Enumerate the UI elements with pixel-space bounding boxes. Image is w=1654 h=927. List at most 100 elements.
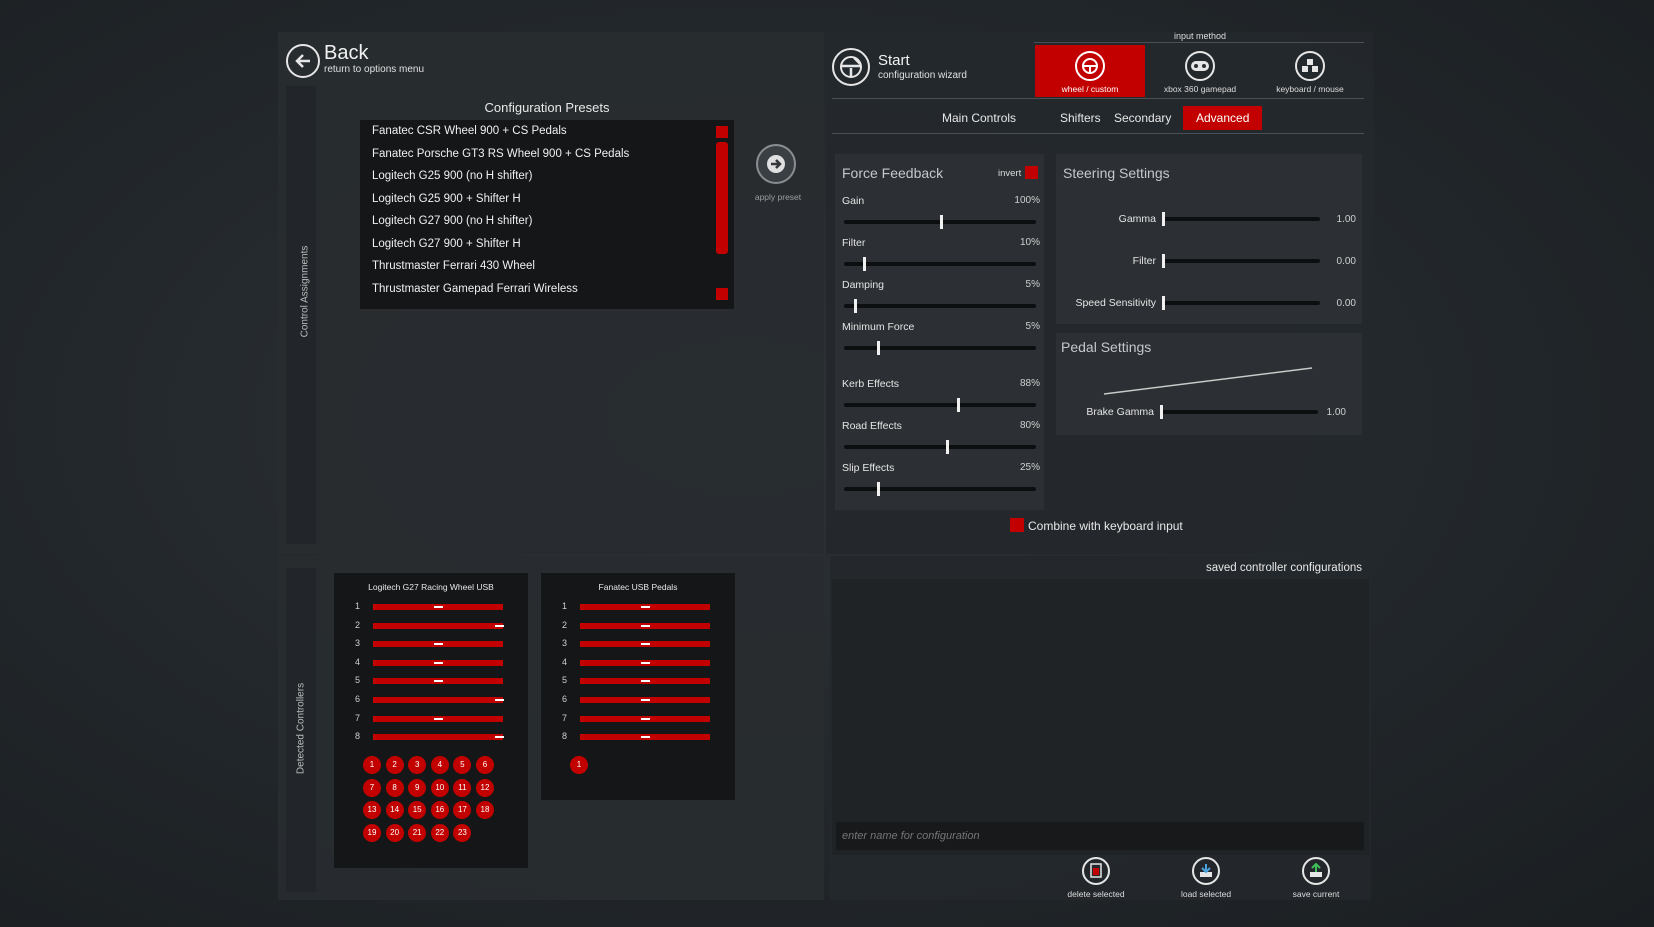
apply-preset-label: apply preset bbox=[754, 192, 802, 202]
steering-slider-track[interactable] bbox=[1162, 296, 1320, 310]
ff-slider-thumb[interactable] bbox=[877, 482, 880, 496]
axis-number: 1 bbox=[562, 601, 568, 611]
ff-slider-thumb[interactable] bbox=[957, 398, 960, 412]
back-subtitle: return to options menu bbox=[324, 64, 425, 75]
axis-number: 2 bbox=[562, 619, 568, 630]
input-keyboard-mouse[interactable]: keyboard / mouse bbox=[1255, 45, 1365, 97]
arrow-right-icon bbox=[756, 144, 796, 184]
ff-slider-track[interactable] bbox=[844, 440, 1036, 454]
axis-bar bbox=[373, 734, 504, 741]
controller-button-indicator: 1 bbox=[363, 756, 381, 774]
ff-slider-thumb[interactable] bbox=[854, 299, 857, 313]
back-button[interactable]: Back return to options menu bbox=[284, 42, 444, 78]
ff-slider-value: 100% bbox=[1014, 195, 1040, 206]
tab-main-controls[interactable]: Main Controls bbox=[929, 106, 1029, 130]
brake-gamma-thumb[interactable] bbox=[1160, 405, 1163, 419]
steering-slider-value: 1.00 bbox=[1336, 214, 1356, 225]
axis-marker bbox=[495, 736, 504, 739]
steering-slider-track[interactable] bbox=[1162, 254, 1320, 268]
tab-advanced[interactable]: Advanced bbox=[1183, 106, 1263, 130]
axis-bar bbox=[580, 622, 710, 629]
scroll-up-button[interactable] bbox=[716, 126, 728, 138]
axis-number: 8 bbox=[355, 731, 361, 742]
steering-slider-thumb[interactable] bbox=[1162, 296, 1165, 310]
ff-slider-label: Damping bbox=[842, 279, 885, 291]
axis-marker bbox=[434, 717, 443, 720]
controller-button-indicator: 20 bbox=[385, 823, 404, 842]
load-selected-button[interactable]: load selected bbox=[1166, 857, 1246, 899]
controller-button-indicator: 10 bbox=[430, 778, 449, 797]
axis-number: 1 bbox=[355, 601, 361, 611]
invert-checkbox[interactable] bbox=[1025, 166, 1038, 179]
ff-slider-track[interactable] bbox=[844, 482, 1036, 496]
saved-configurations-list[interactable] bbox=[832, 579, 1369, 855]
input-wheel-custom[interactable]: wheel / custom bbox=[1035, 45, 1145, 97]
ff-slider-track[interactable] bbox=[844, 215, 1036, 229]
ff-slider-track[interactable] bbox=[844, 341, 1036, 355]
tab-secondary[interactable]: Secondary bbox=[1101, 106, 1184, 130]
ff-slider-track[interactable] bbox=[844, 299, 1036, 313]
controller-button-indicator: 16 bbox=[430, 801, 449, 820]
controller-button-indicator: 19 bbox=[363, 823, 381, 842]
save-current-button[interactable]: save current bbox=[1276, 857, 1356, 899]
preset-item[interactable]: Fanatec Porsche GT3 RS Wheel 900 + CS Pe… bbox=[372, 148, 629, 160]
save-icon bbox=[1302, 857, 1330, 885]
detected-controllers-label: Detected Controllers bbox=[295, 682, 307, 775]
axis-number: 6 bbox=[355, 694, 361, 704]
steering-slider-track[interactable] bbox=[1162, 212, 1320, 226]
ff-slider-value: 10% bbox=[1019, 237, 1040, 248]
scrollbar-thumb[interactable] bbox=[716, 142, 728, 254]
axis-number: 7 bbox=[355, 712, 361, 723]
presets-title: Configuration Presets bbox=[484, 100, 610, 115]
scroll-down-button[interactable] bbox=[716, 288, 728, 300]
ff-slider-track[interactable] bbox=[844, 398, 1036, 412]
preset-item[interactable]: Fanatec CSR Wheel 900 + CS Pedals bbox=[372, 125, 567, 137]
load-icon bbox=[1192, 857, 1220, 885]
ff-slider-value: 88% bbox=[1019, 378, 1040, 389]
ff-slider-label: Filter bbox=[842, 237, 866, 249]
steering-slider-thumb[interactable] bbox=[1162, 254, 1165, 268]
tabs-divider-bottom bbox=[832, 133, 1364, 134]
brake-gamma-track[interactable] bbox=[1160, 405, 1318, 419]
ff-slider-track[interactable] bbox=[844, 257, 1036, 271]
preset-item[interactable]: Logitech G27 900 + Shifter H bbox=[372, 238, 521, 250]
saved-configurations-title: saved controller configurations bbox=[1206, 562, 1362, 574]
axis-marker bbox=[641, 606, 650, 608]
axis-marker bbox=[434, 661, 443, 664]
preset-item[interactable]: Logitech G25 900 + Shifter H bbox=[372, 193, 521, 205]
ff-slider-thumb[interactable] bbox=[946, 440, 949, 454]
axis-bar bbox=[580, 734, 710, 741]
steering-slider-thumb[interactable] bbox=[1162, 212, 1165, 226]
brake-gamma-curve bbox=[1103, 367, 1313, 395]
ff-slider-label: Road Effects bbox=[842, 420, 902, 432]
delete-selected-button[interactable]: delete selected bbox=[1056, 857, 1136, 899]
controller-name: Logitech G27 Racing Wheel USB bbox=[368, 582, 494, 592]
axis-bar bbox=[373, 715, 503, 722]
apply-preset-button[interactable]: apply preset bbox=[750, 142, 806, 204]
preset-item[interactable]: Thrustmaster Ferrari 430 Wheel bbox=[372, 260, 535, 272]
gamepad-icon bbox=[1185, 51, 1215, 81]
axis-marker bbox=[641, 643, 650, 646]
preset-item[interactable]: Logitech G27 900 (no H shifter) bbox=[372, 215, 532, 227]
controller-button-indicator: 2 bbox=[385, 756, 404, 774]
controller-name: Fanatec USB Pedals bbox=[598, 582, 678, 592]
ff-slider-thumb[interactable] bbox=[863, 257, 866, 271]
preset-item[interactable]: Thrustmaster Gamepad Ferrari Wireless bbox=[372, 283, 578, 295]
combine-keyboard-checkbox[interactable] bbox=[1010, 518, 1024, 532]
axis-marker bbox=[641, 680, 650, 683]
config-name-input[interactable] bbox=[836, 822, 1364, 850]
steering-slider-label: Gamma bbox=[1118, 213, 1156, 225]
input-xbox-gamepad[interactable]: xbox 360 gamepad bbox=[1145, 45, 1255, 97]
controller-button-indicator: 21 bbox=[408, 823, 427, 842]
input-method-divider bbox=[1034, 42, 1364, 43]
ff-slider-thumb[interactable] bbox=[877, 341, 880, 355]
steering-slider-value: 0.00 bbox=[1336, 256, 1356, 267]
ff-slider-thumb[interactable] bbox=[940, 215, 943, 229]
start-wizard-button[interactable]: Start configuration wizard bbox=[832, 48, 992, 88]
axis-bar bbox=[373, 604, 503, 610]
delete-icon bbox=[1082, 857, 1110, 885]
axis-marker bbox=[641, 717, 650, 720]
start-title: Start bbox=[878, 52, 910, 69]
axis-marker bbox=[495, 699, 504, 701]
preset-item[interactable]: Logitech G25 900 (no H shifter) bbox=[372, 170, 532, 182]
